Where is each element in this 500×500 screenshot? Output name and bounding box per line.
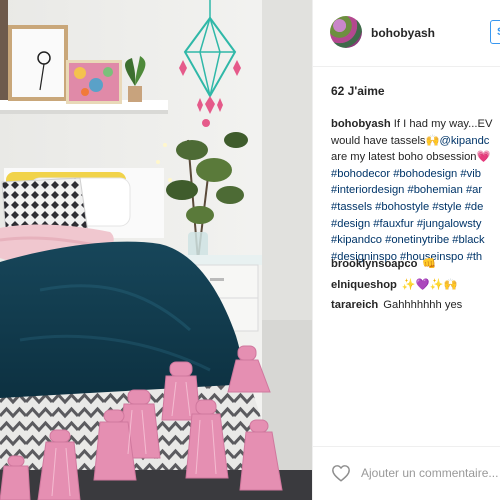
caption-hashtags-2[interactable]: #interiordesign #bohemian #ar <box>331 182 500 199</box>
comment-text: ✨💜✨🙌 <box>401 279 458 291</box>
caption-hashtags-1[interactable]: #bohodecor #bohodesign #vib <box>331 166 500 183</box>
caption-line-3: are my latest boho obsession💗 <box>331 151 491 164</box>
caption-line-2: would have tassels🙌@kipandc <box>331 134 490 147</box>
caption-username[interactable]: bohobyash <box>331 118 391 130</box>
post-caption: bohobyash If I had my way...EV would hav… <box>331 116 500 265</box>
comment-text: Gahhhhhhh yes <box>383 299 463 311</box>
follow-button[interactable]: S'abonner <box>490 20 500 44</box>
caption-hashtags-4[interactable]: #design #fauxfur #jungalowsty <box>331 216 500 233</box>
comment: elniqueshop ✨💜✨🙌 <box>331 278 458 291</box>
caption-hashtags-5[interactable]: #kipandco #onetinytribe #black <box>331 232 500 249</box>
post-sidebar: bohobyash S'abonner 62 J'aime bohobyash … <box>312 0 500 500</box>
post-photo[interactable] <box>0 0 312 500</box>
mention-link[interactable]: @kipandc <box>439 135 489 147</box>
heart-icon[interactable] <box>331 464 351 482</box>
comment: brooklynsoapco 👊 <box>331 257 436 270</box>
comment-bar <box>313 446 500 500</box>
likes-count[interactable]: 62 J'aime <box>331 84 385 98</box>
add-comment-input[interactable] <box>361 459 500 487</box>
bedroom-photo-illustration <box>0 0 312 500</box>
comment: tarareich Gahhhhhhh yes <box>331 299 462 311</box>
comment-username[interactable]: elniqueshop <box>331 279 397 291</box>
avatar[interactable] <box>330 16 362 48</box>
caption-text: If I had my way...EV <box>390 118 493 130</box>
caption-line-1: bohobyash If I had my way...EV <box>331 116 500 133</box>
instagram-post-view: bohobyash S'abonner 62 J'aime bohobyash … <box>0 0 500 500</box>
post-author-username[interactable]: bohobyash <box>371 26 435 40</box>
comment-text: 👊 <box>422 258 437 270</box>
comment-username[interactable]: brooklynsoapco <box>331 258 417 270</box>
caption-hashtags-3[interactable]: #tassels #bohostyle #style #de <box>331 199 500 216</box>
post-header: bohobyash S'abonner <box>313 0 500 67</box>
comment-username[interactable]: tarareich <box>331 299 378 311</box>
